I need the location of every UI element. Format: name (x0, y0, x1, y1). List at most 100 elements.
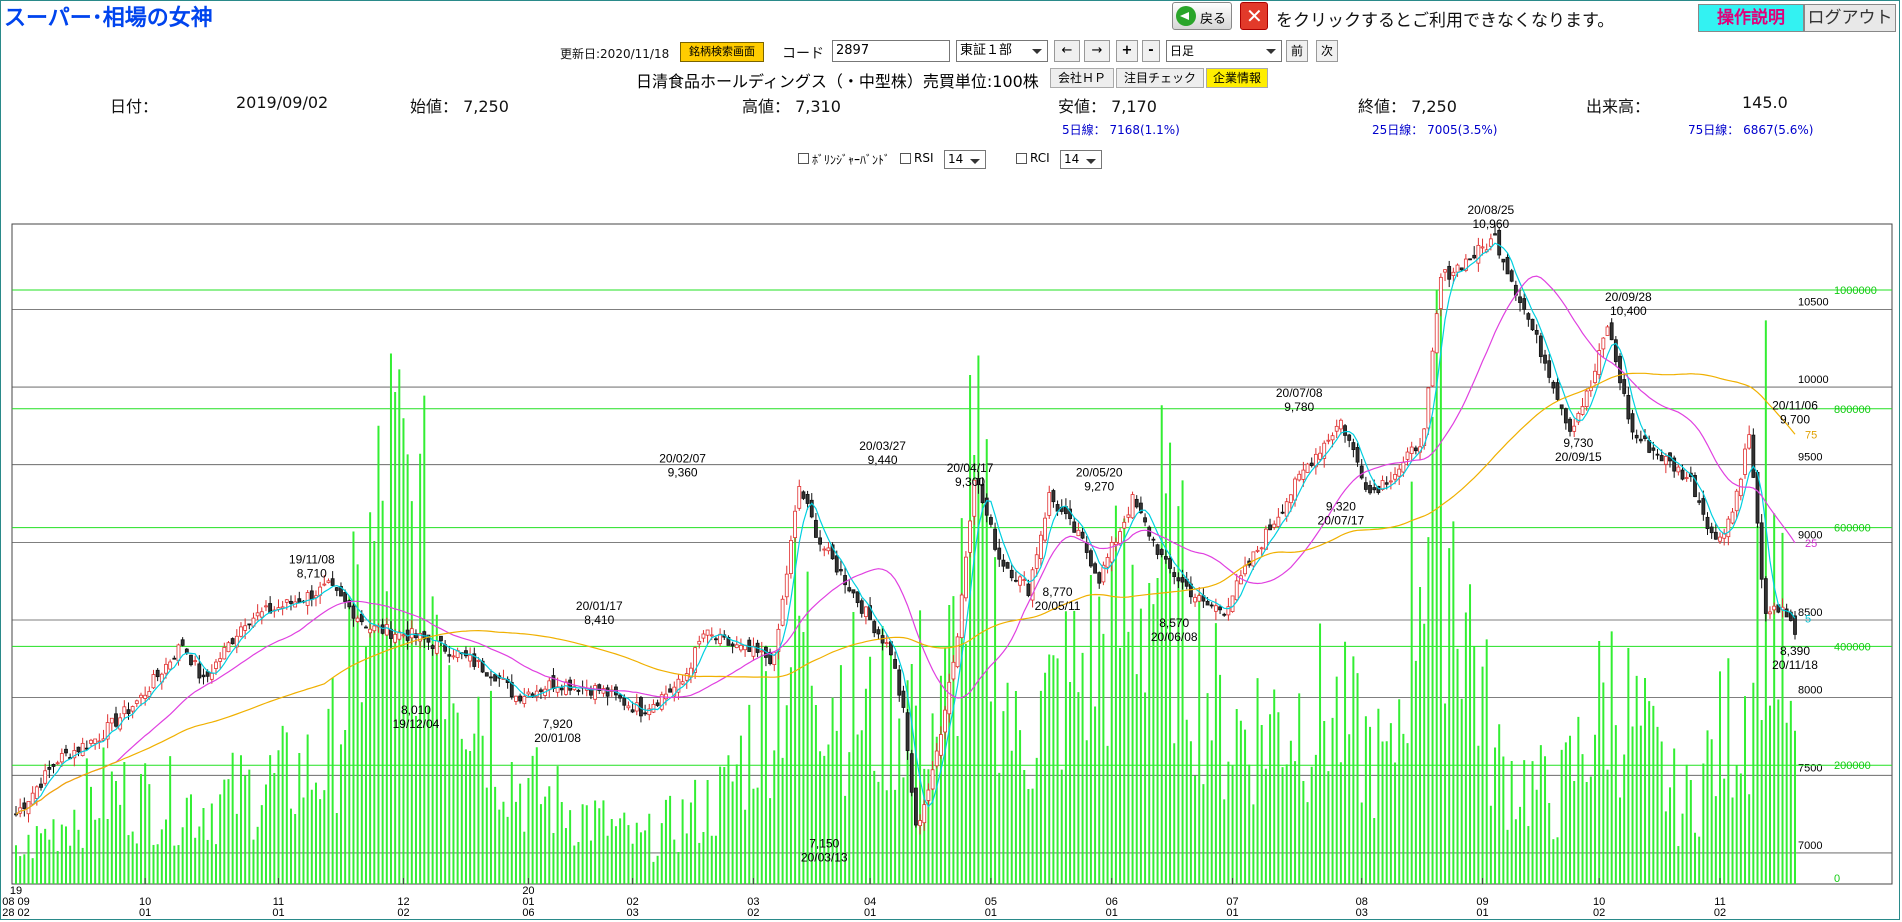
candle-body (1268, 524, 1272, 531)
candle-body (539, 689, 543, 692)
candle-body (884, 642, 889, 645)
candle-body (364, 626, 368, 629)
candle-body (193, 660, 198, 663)
annotation-date: 20/03/13 (801, 851, 848, 865)
candle-body (289, 600, 293, 604)
candle-body (214, 661, 218, 669)
candle-body (1276, 516, 1281, 528)
annotation-value: 9,270 (1084, 479, 1114, 493)
annotation-value: 10,960 (1473, 217, 1510, 231)
candle-body (1193, 596, 1197, 603)
candle-body (218, 658, 223, 662)
candle-body (1480, 246, 1485, 249)
candle-body (368, 628, 373, 634)
candle-body (1238, 575, 1243, 585)
candle-body (1109, 542, 1114, 563)
candle-body (1288, 494, 1293, 504)
candle-body (493, 674, 498, 682)
candle-body (1793, 615, 1797, 635)
annotation-date: 19/12/04 (393, 717, 440, 731)
candle-body (176, 644, 181, 662)
candle-body (51, 764, 56, 767)
candle-body (1026, 583, 1031, 596)
candle-body (1626, 394, 1631, 420)
candle-body (1372, 487, 1377, 491)
candle-body (1134, 498, 1139, 508)
candle-body (564, 681, 568, 695)
x-tick-day: 03 (1356, 907, 1368, 919)
candle-body (1443, 269, 1447, 273)
candle-body (1080, 531, 1085, 539)
candle-body (605, 687, 610, 697)
candle-body (1601, 337, 1606, 350)
x-tick-day: 01 (272, 907, 284, 919)
candle-body (155, 669, 160, 678)
candle-body (1234, 580, 1239, 601)
candle-body (826, 547, 831, 552)
candle-body (114, 713, 118, 727)
candle-body (1113, 541, 1118, 546)
candle-body (1176, 577, 1181, 582)
candle-body (1351, 442, 1356, 450)
candle-body (1593, 370, 1597, 384)
annotation-value: 8,570 (1159, 616, 1189, 630)
candle-body (926, 789, 931, 801)
x-tick-day: 01 (985, 907, 997, 919)
candle-body (134, 700, 139, 704)
candle-body (905, 712, 910, 752)
candle-body (1180, 577, 1185, 583)
candle-body (1126, 514, 1131, 518)
candle-body (780, 598, 785, 626)
candle-body (59, 753, 64, 763)
annotation-value: 9,700 (1780, 413, 1810, 427)
candle-body (1468, 258, 1472, 261)
candle-body (730, 643, 735, 647)
candle-body (1609, 322, 1614, 341)
candle-body (1172, 572, 1177, 577)
candle-body (968, 520, 972, 553)
annotation-date: 20/01/17 (576, 599, 623, 613)
candle-body (1084, 543, 1089, 553)
volume-tick-label: 200000 (1834, 760, 1871, 772)
candle-body (1197, 595, 1202, 602)
candle-body (643, 712, 648, 715)
candle-body (1334, 425, 1339, 432)
candle-body (759, 650, 764, 653)
candle-body (255, 612, 260, 617)
candle-body (1088, 550, 1093, 567)
candle-body (814, 519, 818, 538)
candle-body (384, 624, 389, 636)
annotation-date: 20/07/17 (1318, 514, 1365, 528)
candle-body (918, 820, 922, 827)
candle-body (355, 617, 360, 622)
candle-body (1343, 425, 1347, 436)
candle-body (684, 673, 689, 681)
candle-body (1205, 600, 1210, 606)
candle-body (997, 547, 1002, 560)
annotation-date: 20/06/08 (1151, 630, 1198, 644)
candle-body (1713, 531, 1718, 540)
candle-body (1318, 452, 1322, 460)
candle-body (209, 672, 214, 680)
candle-body (989, 517, 993, 525)
candle-body (1155, 544, 1160, 555)
x-tick-day: 01 (1106, 907, 1118, 919)
candle-body (1647, 440, 1652, 453)
candle-body (914, 787, 918, 826)
candle-body (1093, 563, 1097, 574)
candle-body (709, 634, 714, 637)
candle-body (197, 663, 202, 679)
candle-body (547, 680, 552, 691)
x-tick-day: 02 (1593, 907, 1605, 919)
candle-body (264, 605, 268, 608)
price-tick-label: 8000 (1798, 685, 1822, 697)
candle-body (1209, 604, 1214, 607)
price-tick-label: 7000 (1798, 840, 1822, 852)
candle-body (1330, 435, 1335, 441)
annotation-date: 20/02/07 (659, 451, 706, 465)
annotation-value: 9,730 (1563, 436, 1593, 450)
candle-body (151, 674, 156, 689)
candle-body (626, 705, 631, 709)
candle-body (1051, 490, 1056, 503)
candle-body (789, 540, 793, 575)
